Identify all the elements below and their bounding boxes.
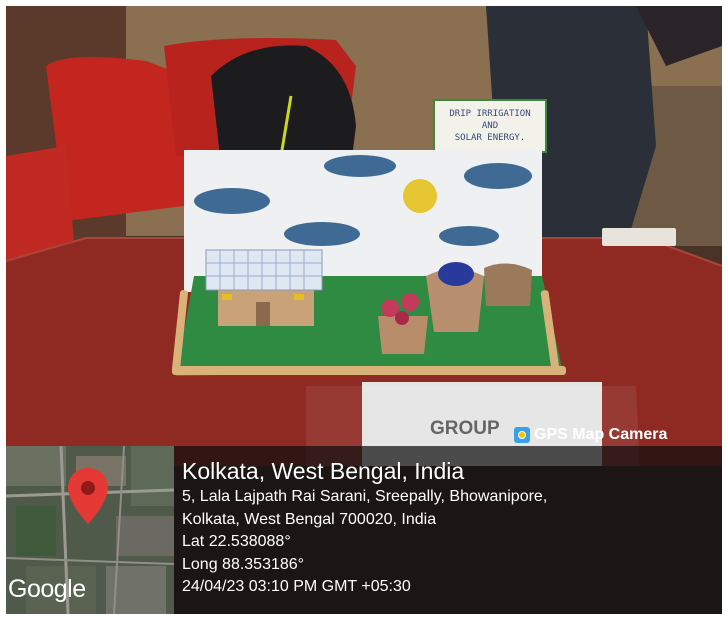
solar-panel bbox=[205, 249, 323, 291]
address-line-2: Kolkata, West Bengal 700020, India bbox=[182, 510, 437, 528]
sign-line: AND bbox=[482, 121, 498, 131]
tank bbox=[484, 263, 532, 306]
cloud bbox=[284, 222, 360, 246]
location-info: Kolkata, West Bengal, India 5, Lala Lajp… bbox=[182, 456, 718, 599]
longitude: Long 88.353186° bbox=[182, 555, 305, 573]
address-line-1: 5, Lala Lajpath Rai Sarani, Sreepally, B… bbox=[182, 488, 548, 505]
latitude: Lat 22.538088° bbox=[182, 533, 291, 550]
cloud bbox=[439, 226, 499, 246]
gps-map-camera-badge: GPS Map Camera bbox=[514, 424, 667, 446]
location-overlay: Google Kolkata, West Bengal, India 5, La… bbox=[6, 446, 722, 614]
sign-line: SOLAR ENERGY. bbox=[455, 133, 525, 143]
datetime: 24/04/23 03:10 PM GMT +05:30 bbox=[182, 578, 411, 595]
camera-icon bbox=[514, 427, 530, 443]
map-thumbnail: Google bbox=[6, 446, 174, 614]
cloud bbox=[194, 188, 270, 214]
cloud bbox=[464, 163, 532, 189]
photo: DRIP IRRIGATION AND SOLAR ENERGY. GPS Ma… bbox=[6, 6, 722, 614]
sign-line: DRIP IRRIGATION bbox=[449, 109, 530, 119]
google-logo: Google bbox=[8, 575, 86, 603]
sun bbox=[403, 179, 437, 213]
location-title: Kolkata, West Bengal, India bbox=[182, 458, 465, 484]
cloud bbox=[324, 155, 396, 177]
map-pin-icon bbox=[68, 468, 108, 524]
gps-badge-label: GPS Map Camera bbox=[534, 426, 668, 443]
